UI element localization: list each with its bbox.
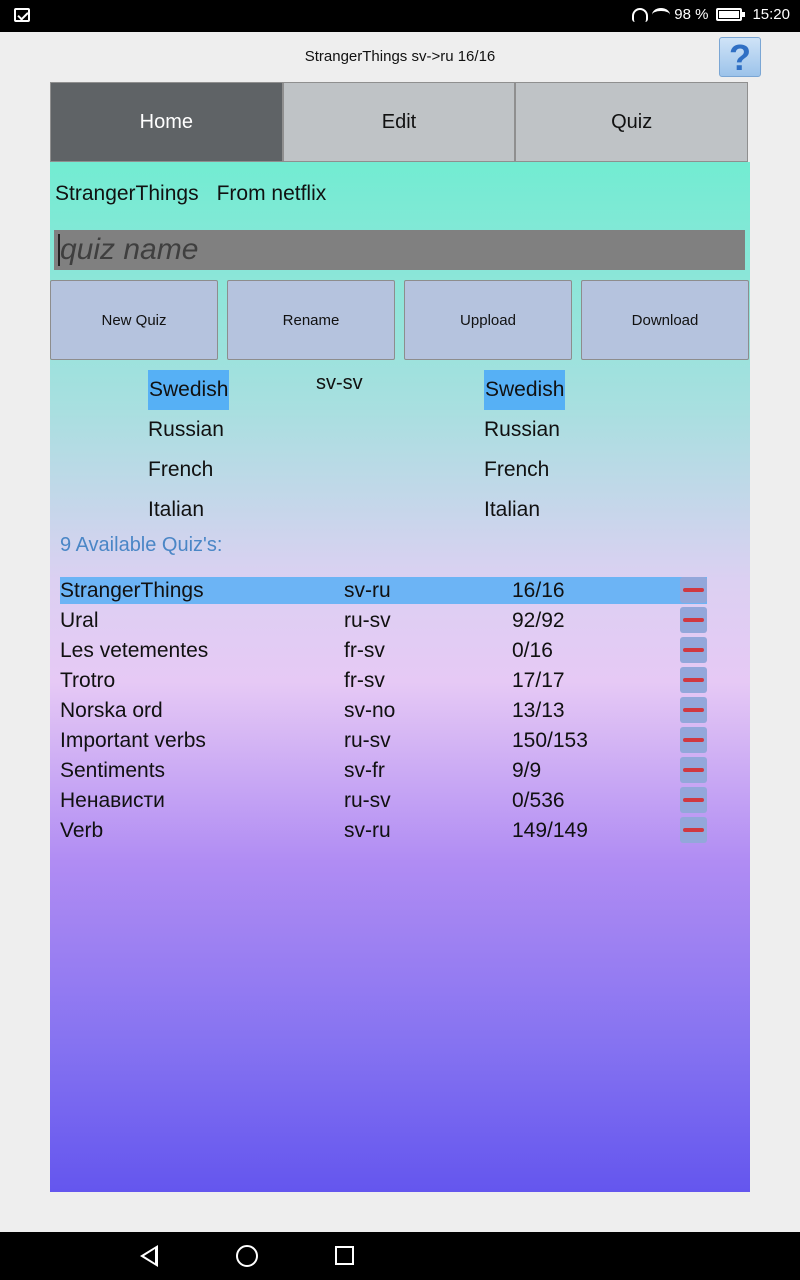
status-bar: 98 % 15:20 bbox=[0, 0, 800, 32]
source-language-option[interactable]: Russian bbox=[148, 410, 229, 450]
target-language-picker[interactable]: Swedish Russian French Italian bbox=[484, 370, 644, 516]
headphones-icon bbox=[632, 7, 649, 22]
action-buttons: New Quiz Rename Uppload Download bbox=[50, 280, 750, 360]
source-language-picker[interactable]: Swedish Russian French Italian bbox=[148, 370, 308, 516]
quiz-score: 150/153 bbox=[512, 729, 588, 752]
quiz-name: Norska ord bbox=[60, 699, 163, 722]
delete-quiz-icon[interactable] bbox=[680, 727, 707, 753]
quiz-row[interactable]: Sentiments sv-fr 9/9 bbox=[60, 757, 707, 787]
tab-quiz[interactable]: Quiz bbox=[515, 82, 749, 162]
quiz-language-pair: fr-sv bbox=[344, 639, 385, 662]
language-pair-label: sv-sv bbox=[316, 372, 363, 394]
quiz-language-pair: ru-sv bbox=[344, 789, 391, 812]
quiz-language-pair: fr-sv bbox=[344, 669, 385, 692]
quiz-name: Sentiments bbox=[60, 759, 166, 782]
quiz-score: 17/17 bbox=[512, 669, 565, 692]
target-language-option[interactable]: Swedish bbox=[484, 370, 566, 410]
delete-quiz-icon[interactable] bbox=[680, 637, 707, 663]
status-icons: 98 % 15:20 bbox=[632, 6, 790, 23]
navigation-bar bbox=[0, 1232, 800, 1280]
delete-quiz-icon[interactable] bbox=[680, 577, 707, 603]
quiz-language-pair: sv-ru bbox=[344, 819, 391, 842]
quiz-score: 92/92 bbox=[512, 609, 565, 632]
quiz-row[interactable]: Trotro fr-sv 17/17 bbox=[60, 667, 707, 697]
quiz-language-pair: ru-sv bbox=[344, 609, 391, 632]
title-bar: StrangerThings sv->ru 16/16 bbox=[0, 32, 800, 82]
help-button[interactable]: ? bbox=[719, 37, 761, 78]
quiz-row[interactable]: Important verbs ru-sv 150/153 bbox=[60, 727, 707, 757]
quiz-row[interactable]: Verb sv-ru 149/149 bbox=[60, 817, 707, 847]
quiz-name: StrangerThings bbox=[60, 579, 204, 602]
wifi-icon bbox=[652, 7, 671, 22]
delete-quiz-icon[interactable] bbox=[680, 817, 707, 843]
recent-apps-icon[interactable] bbox=[335, 1246, 354, 1265]
quiz-list: StrangerThings sv-ru 16/16 Ural ru-sv 92… bbox=[60, 577, 707, 847]
quiz-score: 13/13 bbox=[512, 699, 565, 722]
quiz-score: 149/149 bbox=[512, 819, 588, 842]
current-quiz-header: StrangerThings From netflix bbox=[55, 182, 326, 206]
quiz-name: Important verbs bbox=[60, 729, 206, 752]
quiz-row[interactable]: Ненависти ru-sv 0/536 bbox=[60, 787, 707, 817]
source-language-option[interactable]: French bbox=[148, 450, 229, 490]
quiz-name-input[interactable] bbox=[54, 230, 745, 270]
quiz-name: Trotro bbox=[60, 669, 116, 692]
battery-icon bbox=[716, 8, 746, 21]
back-icon[interactable] bbox=[140, 1245, 158, 1267]
upload-button[interactable]: Uppload bbox=[404, 280, 572, 360]
quiz-score: 16/16 bbox=[512, 579, 565, 602]
quiz-name: Ненависти bbox=[60, 789, 165, 812]
delete-quiz-icon[interactable] bbox=[680, 667, 707, 693]
quiz-row[interactable]: Les vetementes fr-sv 0/16 bbox=[60, 637, 707, 667]
target-language-option[interactable]: Russian bbox=[484, 410, 565, 450]
page-title: StrangerThings sv->ru 16/16 bbox=[304, 48, 496, 65]
battery-percent: 98 % bbox=[674, 6, 709, 23]
quiz-name: Verb bbox=[60, 819, 104, 842]
delete-quiz-icon[interactable] bbox=[680, 787, 707, 813]
tab-bar: Home Edit Quiz bbox=[50, 82, 749, 162]
tab-home[interactable]: Home bbox=[50, 82, 283, 162]
quiz-row[interactable]: StrangerThings sv-ru 16/16 bbox=[60, 577, 707, 607]
home-icon[interactable] bbox=[236, 1245, 258, 1267]
current-quiz-description: From netflix bbox=[216, 182, 327, 205]
quiz-language-pair: sv-no bbox=[344, 699, 396, 722]
quiz-score: 0/536 bbox=[512, 789, 565, 812]
source-language-option[interactable]: Swedish bbox=[148, 370, 230, 410]
delete-quiz-icon[interactable] bbox=[680, 757, 707, 783]
delete-quiz-icon[interactable] bbox=[680, 697, 707, 723]
quiz-language-pair: sv-ru bbox=[344, 579, 391, 602]
notification-icon bbox=[14, 8, 30, 22]
text-cursor bbox=[58, 234, 60, 266]
quiz-score: 0/16 bbox=[512, 639, 553, 662]
quiz-score: 9/9 bbox=[512, 759, 542, 782]
current-quiz-name: StrangerThings bbox=[55, 182, 199, 205]
new-quiz-button[interactable]: New Quiz bbox=[50, 280, 218, 360]
home-panel: StrangerThings From netflix New Quiz Rena… bbox=[50, 162, 750, 1192]
target-language-option[interactable]: Italian bbox=[484, 490, 565, 516]
target-language-option[interactable]: French bbox=[484, 450, 565, 490]
quiz-row[interactable]: Norska ord sv-no 13/13 bbox=[60, 697, 707, 727]
quiz-name: Les vetementes bbox=[60, 639, 209, 662]
clock: 15:20 bbox=[752, 6, 790, 23]
download-button[interactable]: Download bbox=[581, 280, 749, 360]
available-quizzes-label: 9 Available Quiz's: bbox=[60, 534, 223, 556]
quiz-language-pair: sv-fr bbox=[344, 759, 385, 782]
tab-edit[interactable]: Edit bbox=[282, 82, 516, 162]
delete-quiz-icon[interactable] bbox=[680, 607, 707, 633]
quiz-name: Ural bbox=[60, 609, 99, 632]
quiz-language-pair: ru-sv bbox=[344, 729, 391, 752]
source-language-option[interactable]: Italian bbox=[148, 490, 229, 516]
quiz-row[interactable]: Ural ru-sv 92/92 bbox=[60, 607, 707, 637]
rename-button[interactable]: Rename bbox=[227, 280, 395, 360]
